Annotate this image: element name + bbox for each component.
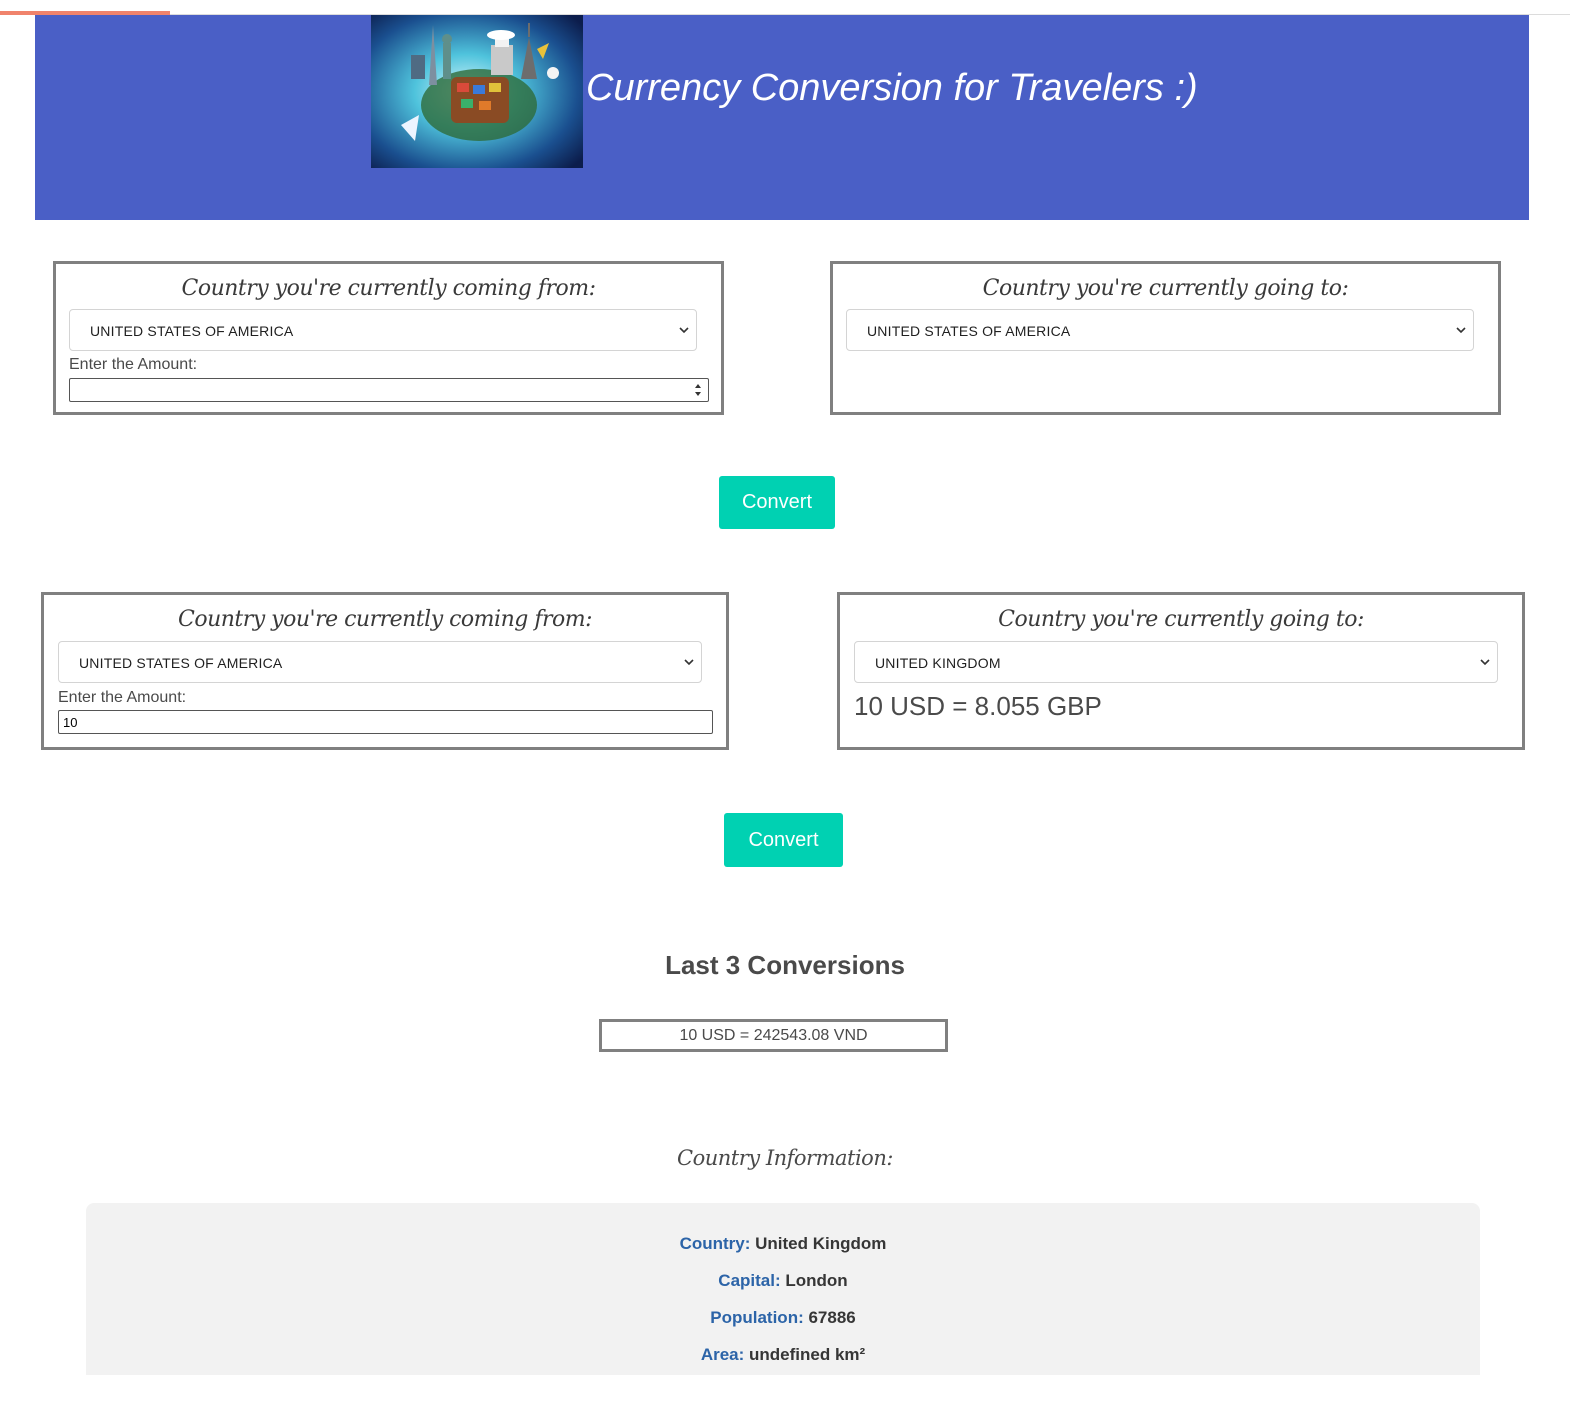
header-banner: Currency Conversion for Travelers :) (35, 15, 1529, 220)
chevron-down-icon (1480, 659, 1490, 666)
info-population-value: 67886 (808, 1308, 856, 1327)
to-heading: Country you're currently going to: (982, 276, 1349, 301)
info-population: Population: 67886 (86, 1308, 1480, 1328)
from-country-select[interactable]: UNITED STATES OF AMERICA (58, 641, 702, 683)
spinner-icon[interactable] (694, 382, 702, 398)
country-info-heading: Country Information: (677, 1146, 893, 1170)
to-panel: Country you're currently going to: UNITE… (837, 592, 1525, 750)
history-item: 10 USD = 242543.08 VND (599, 1019, 948, 1052)
amount-value: 10 (63, 715, 78, 730)
amount-input[interactable] (69, 378, 709, 402)
from-heading: Country you're currently coming from: (181, 276, 596, 301)
from-country-value: UNITED STATES OF AMERICA (90, 323, 294, 339)
info-area-value: undefined km² (749, 1345, 866, 1364)
convert-button[interactable]: Convert (724, 813, 843, 867)
info-country-label: Country: (679, 1234, 751, 1253)
to-country-value: UNITED STATES OF AMERICA (867, 323, 1071, 339)
chevron-down-icon (679, 327, 689, 334)
history-title: Last 3 Conversions (665, 950, 905, 980)
info-population-label: Population: (710, 1308, 804, 1327)
to-heading: Country you're currently going to: (998, 607, 1364, 632)
info-capital-value: London (785, 1271, 848, 1290)
info-area: Area: undefined km² (86, 1345, 1480, 1365)
info-country-value: United Kingdom (755, 1234, 887, 1253)
info-capital-label: Capital: (718, 1271, 781, 1290)
to-panel: Country you're currently going to: UNITE… (830, 261, 1501, 415)
info-area-label: Area: (700, 1345, 745, 1364)
from-heading: Country you're currently coming from: (177, 607, 593, 632)
amount-label: Enter the Amount: (58, 689, 187, 706)
conversion-result: 10 USD = 8.055 GBP (854, 691, 1102, 721)
chevron-down-icon (1456, 327, 1466, 334)
country-info-card: Country: United Kingdom Capital: London … (86, 1203, 1480, 1375)
travel-globe-image (371, 15, 583, 168)
to-country-select[interactable]: UNITED KINGDOM (854, 641, 1498, 683)
amount-label: Enter the Amount: (69, 356, 198, 373)
to-country-value: UNITED KINGDOM (875, 655, 1001, 671)
from-country-value: UNITED STATES OF AMERICA (79, 655, 283, 671)
amount-input[interactable]: 10 (58, 710, 713, 734)
chevron-down-icon (684, 659, 694, 666)
info-country: Country: United Kingdom (86, 1234, 1480, 1254)
to-country-select[interactable]: UNITED STATES OF AMERICA (846, 309, 1474, 351)
from-country-select[interactable]: UNITED STATES OF AMERICA (69, 309, 697, 351)
from-panel: Country you're currently coming from: UN… (41, 592, 729, 750)
convert-button[interactable]: Convert (719, 476, 835, 529)
page-title: Currency Conversion for Travelers :) (586, 67, 1198, 109)
info-capital: Capital: London (86, 1271, 1480, 1291)
from-panel: Country you're currently coming from: UN… (53, 261, 724, 415)
